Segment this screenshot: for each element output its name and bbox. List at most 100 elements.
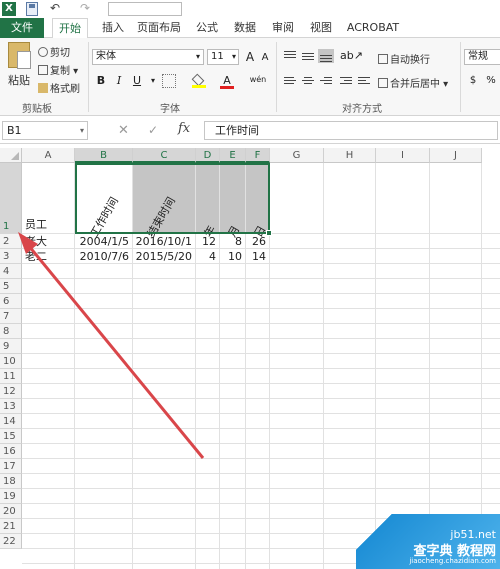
tab-review[interactable]: 审阅	[268, 18, 298, 38]
copy-button[interactable]: 复制 ▾	[38, 62, 78, 77]
row-header-3[interactable]: 3	[0, 249, 22, 264]
paste-button[interactable]: 粘贴	[8, 72, 30, 88]
border-icon[interactable]	[162, 74, 176, 88]
align-bottom-icon[interactable]	[318, 49, 334, 63]
merge-icon	[378, 78, 388, 88]
tab-formulas[interactable]: 公式	[192, 18, 222, 38]
row-header-4[interactable]: 4	[0, 264, 22, 279]
redo-icon[interactable]: ↷	[80, 2, 94, 16]
cell-d3[interactable]: 4	[196, 250, 219, 264]
undo-icon[interactable]: ↶	[50, 2, 64, 16]
tab-data[interactable]: 数据	[230, 18, 260, 38]
cell-c3[interactable]: 2015/5/20	[133, 250, 195, 264]
worksheet-grid[interactable]: A B C D E F G H I J 1 2 3 4 5 6 7 8 9 10 11 12 13 14 15 16 17 18 19 2…	[0, 148, 500, 569]
italic-button[interactable]: I	[112, 74, 126, 88]
align-left-icon[interactable]	[282, 74, 298, 88]
row-header-11[interactable]: 11	[0, 369, 22, 384]
row-header-7[interactable]: 7	[0, 309, 22, 324]
cell-a3[interactable]: 老二	[25, 250, 47, 264]
formula-input[interactable]: 工作时间	[204, 121, 498, 140]
row-header-18[interactable]: 18	[0, 474, 22, 489]
row-header-13[interactable]: 13	[0, 399, 22, 414]
row-header-8[interactable]: 8	[0, 324, 22, 339]
tab-insert[interactable]: 插入	[98, 18, 128, 38]
fill-color-icon[interactable]	[191, 73, 206, 88]
orientation-icon[interactable]: ab↗	[340, 49, 363, 63]
save-icon[interactable]	[26, 2, 38, 16]
currency-icon[interactable]: $	[466, 74, 480, 88]
cell-a2[interactable]: 老大	[25, 235, 47, 249]
tab-view[interactable]: 视图	[306, 18, 336, 38]
align-top-icon[interactable]	[282, 49, 298, 63]
row-header-21[interactable]: 21	[0, 519, 22, 534]
column-header-h[interactable]: H	[324, 148, 376, 163]
row-header-6[interactable]: 6	[0, 294, 22, 309]
percent-icon[interactable]: %	[484, 74, 498, 88]
wrap-text-button[interactable]: 自动换行	[378, 51, 430, 66]
underline-dropdown[interactable]: ▾	[146, 74, 160, 88]
align-right-icon[interactable]	[318, 74, 334, 88]
column-header-e[interactable]: E	[220, 148, 246, 163]
row-header-19[interactable]: 19	[0, 489, 22, 504]
bold-button[interactable]: B	[94, 74, 108, 88]
row-header-5[interactable]: 5	[0, 279, 22, 294]
cell-e2[interactable]: 8	[220, 235, 245, 249]
cut-button[interactable]: 剪切	[38, 44, 70, 59]
row-header-20[interactable]: 20	[0, 504, 22, 519]
paste-icon[interactable]	[8, 42, 31, 69]
font-name-select[interactable]: 宋体 ▾	[92, 49, 204, 65]
row-header-15[interactable]: 15	[0, 429, 22, 444]
gridline	[22, 323, 500, 324]
column-header-g[interactable]: G	[270, 148, 324, 163]
tab-file[interactable]: 文件	[0, 18, 44, 38]
cell-b2[interactable]: 2004/1/5	[75, 235, 132, 249]
column-header-b[interactable]: B	[75, 148, 133, 163]
tab-acrobat[interactable]: ACROBAT	[344, 18, 402, 38]
column-header-d[interactable]: D	[196, 148, 220, 163]
cell-a1[interactable]: 员工	[25, 218, 47, 232]
align-center-icon[interactable]	[300, 74, 316, 88]
column-header-i[interactable]: I	[376, 148, 430, 163]
shrink-font-button[interactable]: A	[258, 51, 272, 65]
row-header-16[interactable]: 16	[0, 444, 22, 459]
cell-f2[interactable]: 26	[246, 235, 269, 249]
row-header-2[interactable]: 2	[0, 234, 22, 249]
tab-page-layout[interactable]: 页面布局	[134, 18, 184, 38]
cell-f3[interactable]: 14	[246, 250, 269, 264]
merge-center-button[interactable]: 合并后居中 ▾	[378, 75, 448, 90]
column-header-j[interactable]: J	[430, 148, 482, 163]
row-header-17[interactable]: 17	[0, 459, 22, 474]
fill-handle[interactable]	[266, 230, 272, 236]
align-middle-icon[interactable]	[300, 49, 316, 63]
column-header-f[interactable]: F	[246, 148, 270, 163]
cell-d2[interactable]: 12	[196, 235, 219, 249]
quick-access-box[interactable]	[108, 2, 182, 16]
row-header-10[interactable]: 10	[0, 354, 22, 369]
enter-icon[interactable]: ✓	[148, 123, 158, 137]
font-color-button[interactable]: A	[220, 74, 234, 89]
row-header-12[interactable]: 12	[0, 384, 22, 399]
grow-font-button[interactable]: A	[243, 50, 257, 64]
insert-function-button[interactable]: fx	[178, 121, 190, 136]
select-all-corner[interactable]	[0, 148, 22, 163]
cell-b3[interactable]: 2010/7/6	[75, 250, 132, 264]
tab-home[interactable]: 开始	[52, 18, 88, 39]
font-size-select[interactable]: 11 ▾	[207, 49, 239, 65]
decrease-indent-icon[interactable]	[338, 74, 354, 88]
column-header-c[interactable]: C	[133, 148, 196, 163]
underline-button[interactable]: U	[130, 74, 144, 88]
name-box[interactable]: B1 ▾	[2, 121, 88, 140]
row-header-9[interactable]: 9	[0, 339, 22, 354]
row-header-22[interactable]: 22	[0, 534, 22, 549]
phonetic-button[interactable]: wén	[248, 73, 268, 87]
format-painter-button[interactable]: 格式刷	[38, 80, 80, 95]
cell-e3[interactable]: 10	[220, 250, 245, 264]
row-header-14[interactable]: 14	[0, 414, 22, 429]
cancel-icon[interactable]: ✕	[118, 123, 129, 138]
column-header-a[interactable]: A	[22, 148, 75, 163]
increase-indent-icon[interactable]	[356, 74, 372, 88]
row-header-1[interactable]: 1	[0, 163, 22, 234]
watermark-url: jiaocheng.chazidian.com	[409, 557, 496, 565]
number-format-select[interactable]: 常规	[464, 49, 500, 65]
cell-c2[interactable]: 2016/10/1	[133, 235, 195, 249]
